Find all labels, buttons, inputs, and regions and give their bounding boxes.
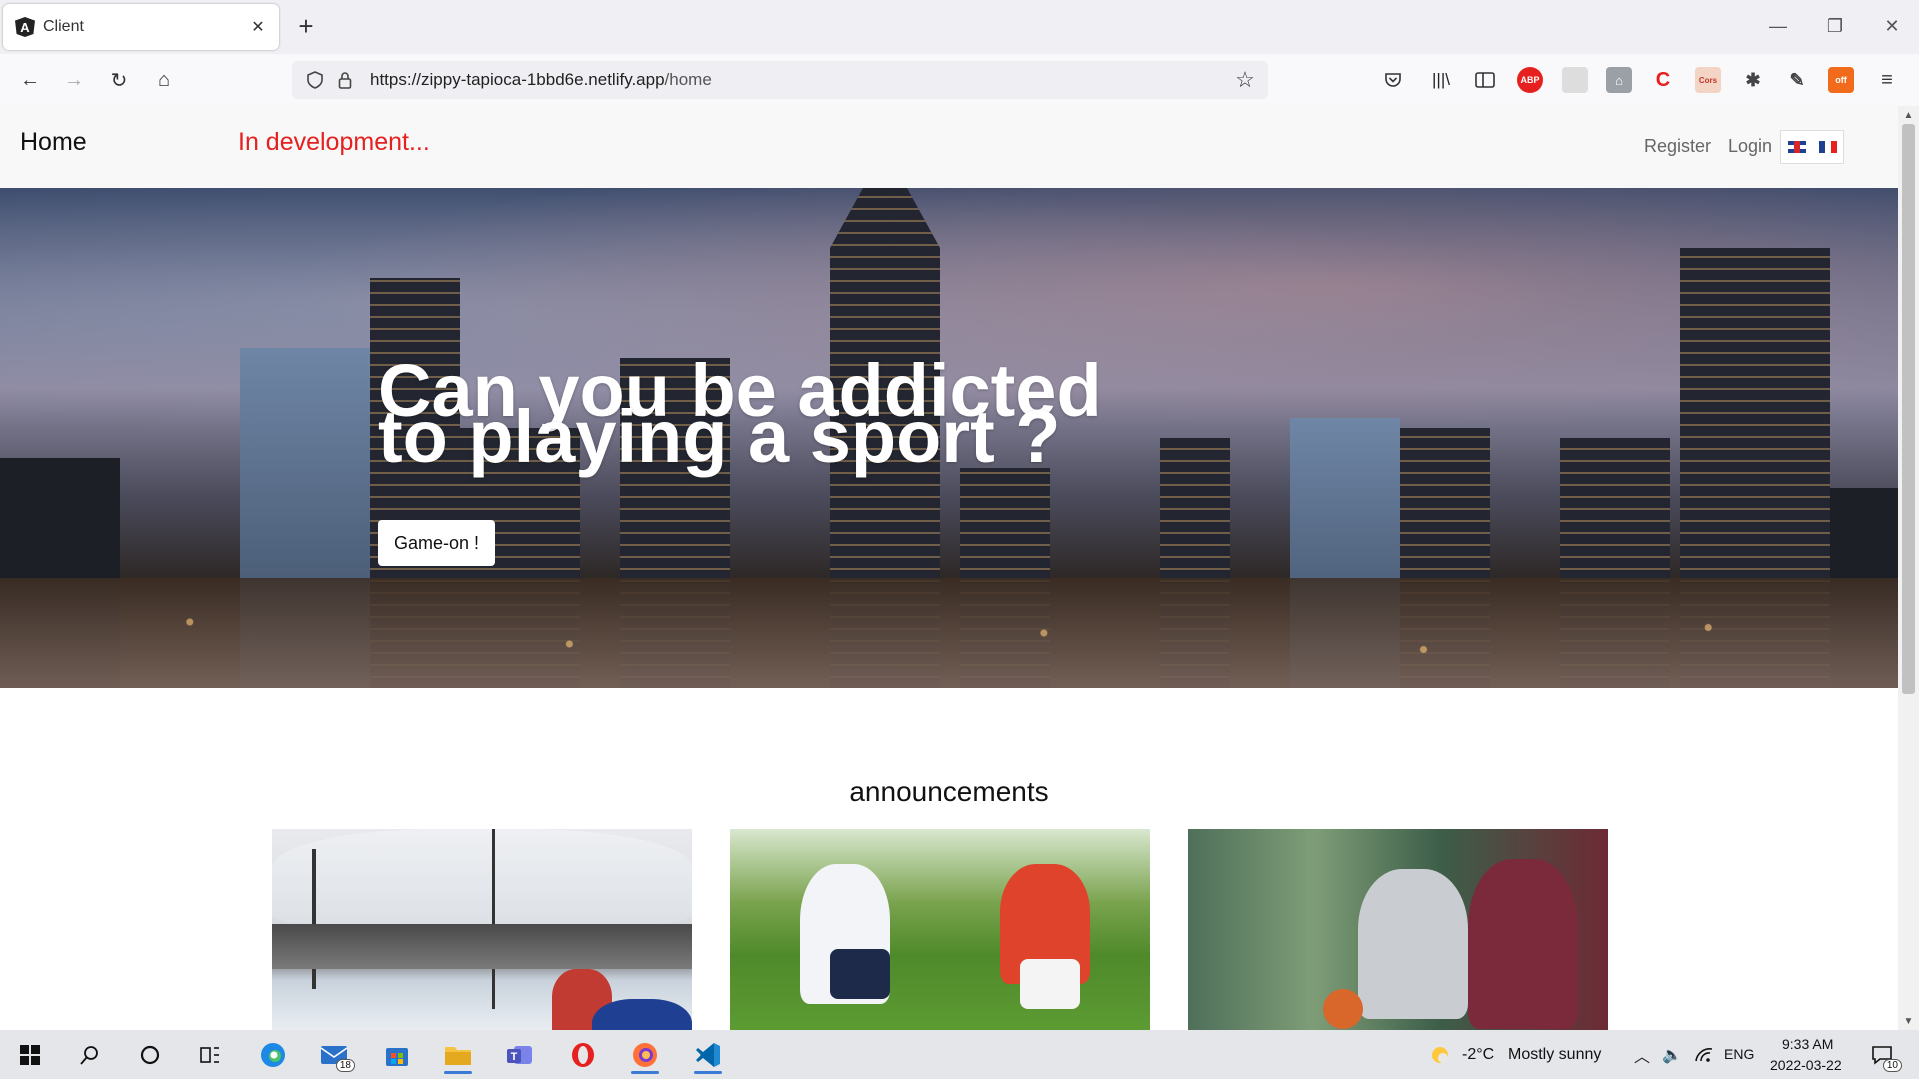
browser-tab[interactable]: A Client ✕ [3,4,279,50]
task-view-icon[interactable] [190,1036,230,1074]
firefox-icon[interactable] [625,1036,665,1074]
browser-tab-bar: A Client ✕ + — ❐ ✕ [0,0,1919,54]
eyedropper-icon[interactable]: ✎ [1784,67,1810,93]
url-bar[interactable]: https://zippy-tapioca-1bbd6e.netlify.app… [292,61,1268,99]
input-language[interactable]: ENG [1724,1046,1754,1062]
player-maroon-jersey [1468,859,1578,1029]
basketball [1323,989,1363,1029]
announcement-card-hockey[interactable] [272,829,692,1030]
player-gray-jersey [1358,869,1468,1019]
edge-icon[interactable] [253,1036,293,1074]
store-icon[interactable] [377,1036,417,1074]
player-blue-jacket [592,999,692,1030]
library-icon[interactable]: |||\ [1428,67,1454,93]
lock-icon[interactable] [330,65,360,95]
angular-icon: A [15,17,35,37]
light-pole [492,829,495,1009]
france-flag-icon [1818,141,1837,153]
bookmark-star-icon[interactable]: ☆ [1228,63,1262,97]
notifications-icon[interactable]: 10 [1862,1036,1902,1074]
reload-button[interactable]: ↻ [103,64,135,96]
announcements-heading: announcements [849,776,1049,807]
hero-city-lights [0,578,1898,688]
windows-taskbar: 18 T -2°C Mostly sunny ︿ 🔈 ENG 9:33 AM 2… [0,1030,1919,1079]
language-en-button[interactable] [1781,131,1812,163]
game-on-button[interactable]: Game-on ! [378,520,496,566]
login-link[interactable]: Login [1728,136,1772,157]
language-fr-button[interactable] [1812,131,1843,163]
close-window-button[interactable]: ✕ [1872,10,1912,42]
language-switcher [1780,130,1844,164]
tab-title: Client [43,18,84,35]
clock-date[interactable]: 2022-03-22 [1770,1057,1842,1073]
scroll-down-icon[interactable]: ▼ [1898,1012,1919,1030]
hero-title-line-2: to playing a sport ? [378,395,1061,478]
clock-time[interactable]: 9:33 AM [1782,1036,1833,1052]
url-host: https://zippy-tapioca-1bbd6e.netlify.app [370,70,665,89]
close-tab-icon[interactable]: ✕ [247,16,269,38]
announcement-card-basketball[interactable] [1188,829,1608,1030]
search-icon[interactable] [70,1036,110,1074]
sidebar-icon[interactable] [1472,67,1498,93]
scroll-up-icon[interactable]: ▲ [1898,106,1919,124]
off-extension-icon[interactable]: off [1828,67,1854,93]
mail-icon[interactable]: 18 [315,1036,355,1074]
svg-text:T: T [511,1051,518,1063]
weather-sun-icon[interactable] [1420,1036,1460,1074]
url-path: /home [664,70,712,89]
announcement-card-soccer[interactable] [730,829,1150,1030]
notification-badge: 10 [1882,1059,1902,1072]
card-trees [272,924,692,969]
extension-gray-icon[interactable]: ⌂ [1606,67,1632,93]
card-sky [272,829,692,924]
register-link[interactable]: Register [1644,136,1711,157]
extension-blank-icon[interactable] [1562,67,1588,93]
site-navbar: Home In development... Register Login [0,106,1898,188]
home-link[interactable]: Home [20,128,87,157]
weather-description[interactable]: Mostly sunny [1508,1046,1601,1064]
development-notice: In development... [238,128,430,156]
new-tab-button[interactable]: + [292,11,320,41]
vscode-icon[interactable] [688,1036,728,1074]
page-scrollbar[interactable]: ▲ ▼ [1898,106,1919,1030]
hero-title: Can you be addicted to playing a sport ? [378,354,1138,478]
page-content: Home In development... Register Login Ca… [0,106,1898,1030]
windows-start-icon[interactable] [10,1036,50,1074]
menu-icon[interactable]: ≡ [1874,67,1900,93]
cortana-icon[interactable] [130,1036,170,1074]
network-icon[interactable] [1684,1036,1724,1074]
shield-icon[interactable] [300,65,330,95]
mail-badge: 18 [335,1059,355,1072]
hero-banner: Can you be addicted to playing a sport ?… [0,188,1898,688]
adblock-icon[interactable]: ABP [1517,67,1543,93]
forward-button[interactable]: → [58,64,90,96]
bug-icon[interactable]: ✱ [1740,67,1766,93]
cors-extension-icon[interactable]: Cors [1695,67,1721,93]
player-shorts [830,949,890,999]
back-button[interactable]: ← [14,64,46,96]
player-white-shorts [1020,959,1080,1009]
file-explorer-icon[interactable] [438,1036,478,1074]
restore-button[interactable]: ❐ [1815,10,1855,42]
url-text[interactable]: https://zippy-tapioca-1bbd6e.netlify.app… [370,70,1228,90]
minimize-button[interactable]: — [1758,10,1798,42]
opera-icon[interactable] [563,1036,603,1074]
browser-toolbar: ← → ↻ ⌂ https://zippy-tapioca-1bbd6e.net… [0,54,1919,107]
home-button[interactable]: ⌂ [148,64,180,96]
extension-c-icon[interactable]: C [1650,67,1676,93]
scrollbar-thumb[interactable] [1902,124,1915,694]
weather-temperature[interactable]: -2°C [1462,1046,1494,1064]
uk-flag-icon [1787,141,1806,153]
pocket-icon[interactable] [1380,67,1406,93]
teams-icon[interactable]: T [500,1036,540,1074]
